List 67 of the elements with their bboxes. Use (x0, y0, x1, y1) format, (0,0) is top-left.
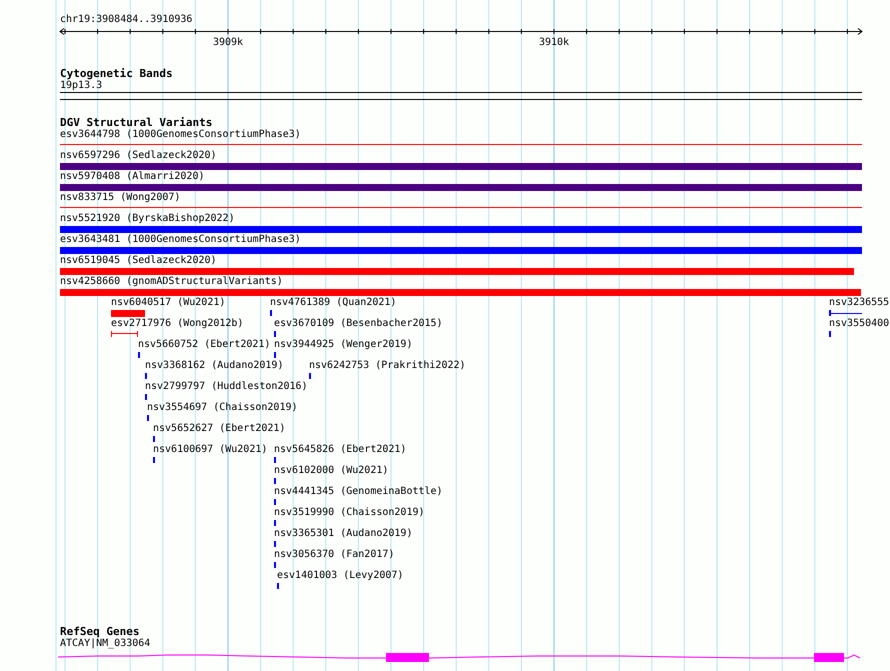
variant-label[interactable]: nsv2799797 (Huddleston2016) (145, 381, 308, 393)
gene-model-drawing[interactable] (58, 653, 860, 662)
location-label: chr19:3908484..3910936 (60, 14, 194, 26)
variant-label[interactable]: esv3643481 (1000GenomesConsortiumPhase3) (60, 234, 301, 246)
variant-label[interactable]: nsv3944925 (Wenger2019) (274, 339, 412, 351)
variant-tick[interactable] (274, 520, 276, 526)
variant-label[interactable]: nsv5652627 (Ebert2021) (153, 423, 286, 435)
variant-tick[interactable] (309, 373, 311, 379)
variant-bar[interactable] (60, 184, 862, 191)
variant-label[interactable]: nsv6242753 (Prakrithi2022) (309, 360, 466, 372)
variant-tick[interactable] (274, 562, 276, 568)
variant-label[interactable]: nsv5521920 (ByrskaBishop2022) (60, 213, 235, 225)
variant-label[interactable]: nsv3519990 (Chaisson2019) (274, 507, 425, 519)
variant-bar[interactable] (60, 247, 862, 254)
variant-line[interactable] (60, 144, 862, 145)
variant-tick[interactable] (277, 583, 279, 589)
variant-label[interactable]: nsv4258660 (gnomADStructuralVariants) (60, 276, 283, 288)
variant-label[interactable]: nsv3550400 (829, 318, 890, 330)
variant-label[interactable]: nsv6100697 (Wu2021) (153, 444, 268, 456)
variant-bar[interactable] (111, 310, 145, 317)
variant-tick[interactable] (274, 478, 276, 484)
variant-tick[interactable] (274, 331, 276, 337)
variant-label[interactable]: nsv5970408 (Almarri2020) (60, 171, 204, 183)
variant-tick[interactable] (274, 541, 276, 547)
band-label: 19p13.3 (60, 80, 102, 92)
variant-tick[interactable] (138, 352, 140, 358)
variant-tick[interactable] (274, 457, 276, 463)
variant-label[interactable]: nsv3056370 (Fan2017) (274, 549, 394, 561)
ruler-label: 3910k (538, 37, 570, 48)
track-title: Cytogenetic Bands (60, 68, 173, 80)
track-title: DGV Structural Variants (60, 117, 212, 129)
variant-label[interactable]: nsv6102000 (Wu2021) (274, 465, 388, 477)
variant-label[interactable]: nsv3368162 (Audano2019) (145, 360, 284, 372)
variant-tick[interactable] (145, 394, 147, 400)
variant-label[interactable]: nsv5660752 (Ebert2021) (138, 339, 270, 351)
variant-label[interactable]: nsv833715 (Wong2007) (60, 192, 180, 204)
variant-label[interactable]: esv2717976 (Wong2012b) (111, 318, 244, 330)
variant-bar[interactable] (60, 226, 862, 233)
variant-bar[interactable] (60, 289, 861, 296)
variant-label[interactable]: nsv4441345 (GenomeinaBottle) (274, 486, 443, 498)
variant-label[interactable]: esv1401003 (Levy2007) (277, 570, 404, 582)
variant-tick[interactable] (153, 436, 155, 442)
variant-tick[interactable] (145, 373, 147, 379)
variant-label[interactable]: nsv3554697 (Chaisson2019) (147, 402, 298, 414)
variant-tick[interactable] (153, 457, 155, 463)
variant-label[interactable]: esv3670109 (Besenbacher2015) (274, 318, 443, 330)
variant-label[interactable]: nsv6597296 (Sedlazeck2020) (60, 150, 217, 162)
variant-bar[interactable] (60, 268, 854, 275)
variant-bar[interactable] (60, 163, 862, 170)
variant-tick[interactable] (274, 352, 276, 358)
variant-tick[interactable] (270, 310, 272, 316)
variant-label[interactable]: nsv3365301 (Audano2019) (274, 528, 412, 540)
variant-tick[interactable] (147, 415, 149, 421)
variant-label[interactable]: nsv3236555 (829, 297, 890, 309)
gene-label[interactable]: ATCAY|NM_033064 (60, 638, 150, 650)
ruler-label: 3909k (212, 37, 244, 48)
variant-label[interactable]: nsv5645826 (Ebert2021) (274, 444, 406, 456)
variant-tick[interactable] (829, 331, 831, 337)
variant-line[interactable] (60, 207, 862, 208)
variant-tick[interactable] (274, 499, 276, 505)
variant-label[interactable]: esv3644798 (1000GenomesConsortiumPhase3) (60, 129, 301, 141)
variant-span[interactable] (111, 331, 138, 337)
variant-label[interactable]: nsv6040517 (Wu2021) (111, 297, 226, 309)
variant-label[interactable]: nsv4761389 (Quan2021) (270, 297, 396, 309)
track-title: RefSeq Genes (60, 626, 140, 638)
variant-span[interactable] (829, 310, 862, 316)
variant-label[interactable]: nsv6519045 (Sedlazeck2020) (60, 255, 217, 267)
